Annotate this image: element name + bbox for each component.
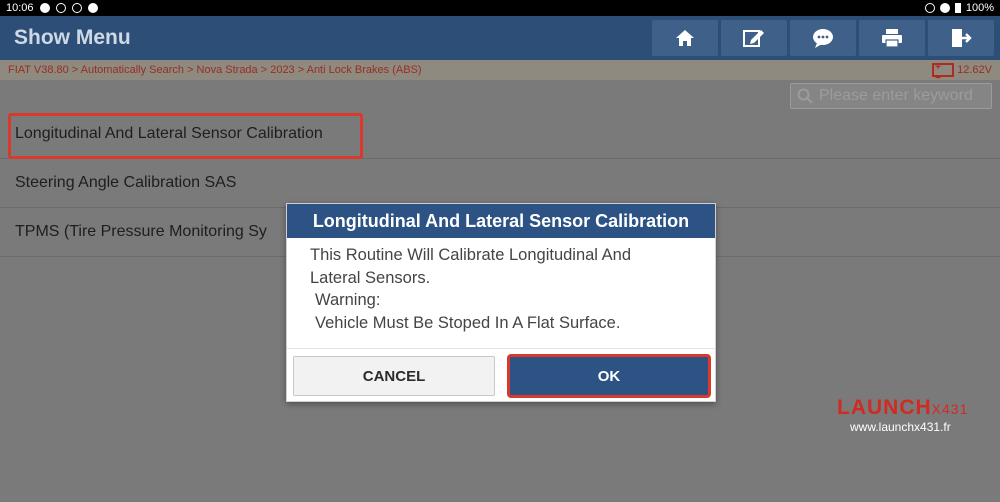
menu-item-longitudinal-lateral-calibration[interactable]: Longitudinal And Lateral Sensor Calibrat… [0,110,1000,159]
exit-icon [952,29,972,47]
message-icon [71,3,82,13]
print-icon [882,29,902,48]
dialog-title: Longitudinal And Lateral Sensor Calibrat… [287,204,715,238]
breadcrumb-bar: FIAT V38.80 > Automatically Search > Nov… [0,60,1000,84]
home-button[interactable] [652,20,718,56]
chat-button[interactable] [790,20,856,56]
edit-icon [743,30,764,47]
confirm-dialog: Longitudinal And Lateral Sensor Calibrat… [286,203,716,402]
dialog-warning-label: Warning: [315,291,381,309]
battery-icon [954,3,961,13]
edit-button[interactable] [721,20,787,56]
menu-item-label: Steering Angle Calibration SAS [15,174,237,191]
search-icon [797,88,813,104]
search-input[interactable] [819,87,989,105]
voltage-value: 12.62V [957,64,992,76]
watermark-url: www.launchx431.fr [850,420,951,434]
ok-button[interactable]: OK [507,354,711,398]
menu-item-label: TPMS (Tire Pressure Monitoring Sy [15,223,267,240]
dialog-footer: CANCEL OK [287,348,715,403]
search-box [790,83,992,109]
page-title: Show Menu [14,26,131,49]
dialog-line: Lateral Sensors. [310,268,431,287]
car-battery-icon [932,62,955,84]
dialog-message: This Routine Will Calibrate Longitudinal… [287,238,715,348]
cancel-button[interactable]: CANCEL [293,356,495,396]
dialog-warning-text: Vehicle Must Be Stoped In A Flat Surface… [315,313,621,332]
shield-icon [87,3,98,13]
highlight-frame [8,113,363,159]
battery-voltage: 12.62V [932,62,992,84]
chat-icon [813,29,833,48]
wifi-icon [939,3,950,13]
app-header: Show Menu [0,16,1000,60]
search-row [0,80,1000,110]
app-notification-icon [39,3,50,13]
print-button[interactable] [859,20,925,56]
breadcrumb: FIAT V38.80 > Automatically Search > Nov… [8,64,422,76]
home-icon [676,30,694,46]
usb-icon [55,3,66,13]
toolbar [652,20,1000,56]
menu-item-steering-angle-calibration[interactable]: Steering Angle Calibration SAS [0,159,1000,208]
status-bar: 10:06 100% [0,0,1000,16]
clock: 10:06 [6,2,34,14]
battery-level: 100% [965,2,994,14]
dialog-line: This Routine Will Calibrate Longitudinal… [310,246,632,264]
sync-icon [924,3,935,13]
launch-logo: LAUNCHX431 [837,396,969,419]
exit-button[interactable] [928,20,994,56]
